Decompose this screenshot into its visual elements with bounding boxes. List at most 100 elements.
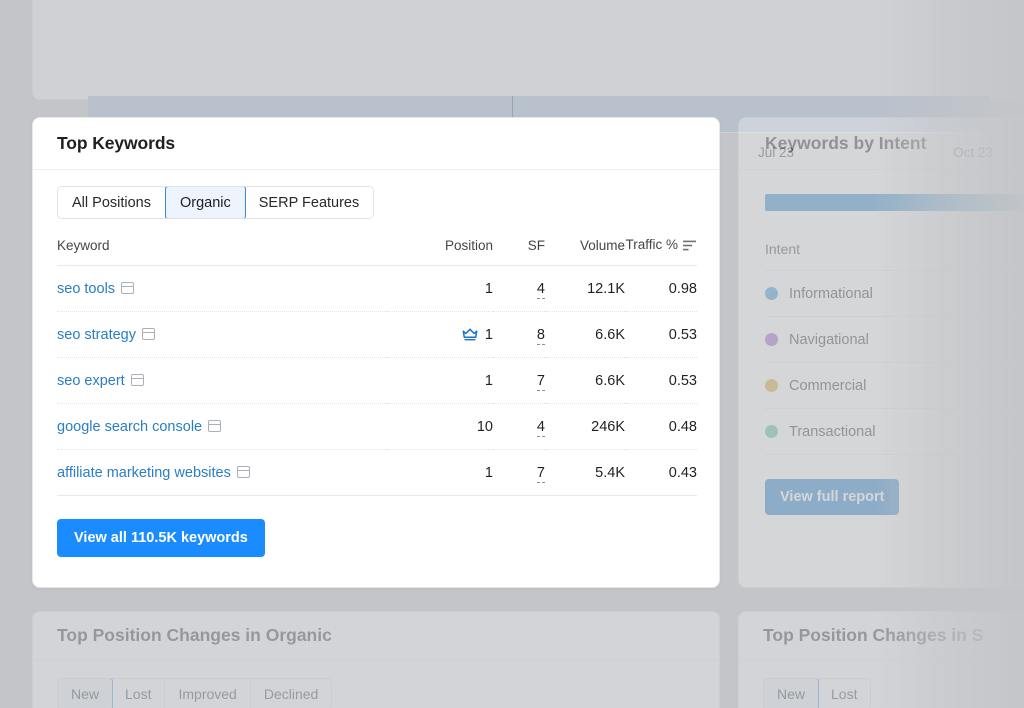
tab-improved[interactable]: Improved: [165, 679, 251, 708]
cell-volume: 246K: [545, 403, 625, 450]
table-row: google search console 10 4 246K 0.48: [57, 403, 697, 450]
keywords-by-intent-header: Keywords by Intent: [739, 118, 1024, 170]
position-change-tabs-organic: New Lost Improved Declined: [57, 678, 333, 708]
tab-organic[interactable]: Organic: [164, 187, 246, 218]
column-header-sf[interactable]: SF: [493, 237, 545, 266]
commercial-color-dot: [765, 379, 778, 392]
cell-traffic: 0.53: [625, 311, 697, 358]
sf-value[interactable]: 4: [536, 418, 545, 437]
cell-position: 1: [387, 357, 493, 404]
keyword-link[interactable]: seo strategy: [57, 327, 136, 343]
sf-value[interactable]: 7: [536, 464, 545, 483]
cell-traffic: 0.53: [625, 357, 697, 404]
cell-traffic: 0.98: [625, 265, 697, 312]
sf-value[interactable]: 8: [536, 326, 545, 345]
keywords-by-intent-card: Keywords by Intent Intent Informational …: [738, 117, 1024, 588]
table-row: seo expert 1 7 6.6K 0.53: [57, 357, 697, 404]
intent-legend-item-commercial[interactable]: Commercial: [765, 363, 1024, 409]
position-value: 1: [484, 372, 493, 389]
position-value: 1: [484, 326, 493, 343]
serp-features-icon[interactable]: [130, 373, 144, 386]
tab-all-positions[interactable]: All Positions: [58, 187, 166, 218]
cell-volume: 5.4K: [545, 449, 625, 496]
intent-label: Navigational: [789, 331, 869, 348]
cell-keyword: seo expert: [57, 357, 387, 404]
cell-keyword: seo strategy: [57, 311, 387, 358]
cell-sf: 4: [493, 265, 545, 312]
cell-traffic: 0.43: [625, 449, 697, 496]
serp-features-icon[interactable]: [121, 281, 135, 294]
column-header-traffic-label: Traffic %: [625, 237, 678, 252]
cell-position: 1: [387, 311, 493, 358]
top-position-changes-serp-card: Top Position Changes in S New Lost: [738, 611, 1024, 708]
table-row: affiliate marketing websites 1 7 5.4K 0.…: [57, 449, 697, 496]
sort-descending-icon[interactable]: [683, 239, 697, 254]
featured-snippet-crown-icon: [462, 328, 478, 341]
intent-legend-item-navigational[interactable]: Navigational: [765, 317, 1024, 363]
sf-value[interactable]: 4: [536, 280, 545, 299]
bottom-left-header: Top Position Changes in Organic: [33, 612, 719, 660]
cell-keyword: google search console: [57, 403, 387, 450]
tab-serp-features[interactable]: SERP Features: [244, 187, 374, 218]
informational-color-dot: [765, 287, 778, 300]
table-row: seo strategy 1 8 6.6K 0.53: [57, 311, 697, 358]
top-keywords-header: Top Keywords: [33, 118, 719, 170]
transactional-color-dot: [765, 425, 778, 438]
top-keywords-table-body: seo tools 1 4 12.1K 0.98 seo strategy 1: [57, 265, 697, 496]
view-all-keywords-button[interactable]: View all 110.5K keywords: [57, 519, 265, 557]
tab-lost[interactable]: Lost: [112, 679, 166, 708]
intent-distribution-bar: [765, 194, 1024, 211]
top-keywords-title: Top Keywords: [57, 133, 176, 153]
cell-sf: 7: [493, 357, 545, 404]
cell-position: 1: [387, 449, 493, 496]
intent-label: Commercial: [789, 377, 867, 394]
tab-new-serp[interactable]: New: [764, 679, 820, 708]
keywords-by-intent-title: Keywords by Intent: [765, 133, 927, 153]
serp-features-icon[interactable]: [208, 419, 222, 432]
cell-position: 1: [387, 265, 493, 312]
keyword-link[interactable]: seo expert: [57, 373, 125, 389]
keyword-link[interactable]: google search console: [57, 419, 202, 435]
intent-label: Transactional: [789, 423, 876, 440]
cell-sf: 4: [493, 403, 545, 450]
tab-new[interactable]: New: [58, 679, 114, 708]
top-keywords-footer: View all 110.5K keywords: [33, 496, 719, 557]
serp-features-icon[interactable]: [236, 465, 250, 478]
intent-label: Informational: [789, 285, 873, 302]
column-header-position[interactable]: Position: [387, 237, 493, 266]
column-header-traffic[interactable]: Traffic %: [625, 237, 697, 266]
serp-features-icon[interactable]: [142, 327, 155, 340]
sf-value[interactable]: 7: [536, 372, 545, 391]
cell-sf: 8: [493, 311, 545, 358]
traffic-chart-card: [32, 0, 1024, 100]
top-keywords-table: Keyword Position SF Volume Traffic % seo…: [57, 237, 697, 496]
bottom-left-title: Top Position Changes in Organic: [57, 625, 332, 645]
position-value: 1: [484, 464, 493, 481]
bottom-right-header: Top Position Changes in S: [739, 612, 1024, 660]
cell-keyword: affiliate marketing websites: [57, 449, 387, 496]
column-header-keyword[interactable]: Keyword: [57, 237, 387, 266]
top-position-changes-organic-card: Top Position Changes in Organic New Lost…: [32, 611, 720, 708]
table-header-row: Keyword Position SF Volume Traffic %: [57, 237, 697, 266]
table-row: seo tools 1 4 12.1K 0.98: [57, 265, 697, 312]
column-header-volume[interactable]: Volume: [545, 237, 625, 266]
tab-declined[interactable]: Declined: [250, 679, 332, 708]
cell-volume: 12.1K: [545, 265, 625, 312]
intent-legend-item-transactional[interactable]: Transactional: [765, 409, 1024, 455]
position-type-tabs: All Positions Organic SERP Features: [57, 186, 375, 219]
navigational-color-dot: [765, 333, 778, 346]
view-full-report-button[interactable]: View full report: [765, 479, 900, 515]
cell-volume: 6.6K: [545, 357, 625, 404]
keyword-link[interactable]: affiliate marketing websites: [57, 465, 231, 481]
position-change-tabs-serp: New Lost: [763, 678, 872, 708]
cell-sf: 7: [493, 449, 545, 496]
intent-legend-item-informational[interactable]: Informational: [765, 271, 1024, 317]
top-keywords-card: Top Keywords All Positions Organic SERP …: [32, 117, 720, 588]
tab-lost-serp[interactable]: Lost: [818, 679, 871, 708]
cell-position: 10: [387, 403, 493, 450]
position-value: 1: [484, 280, 493, 297]
keyword-link[interactable]: seo tools: [57, 281, 115, 297]
bottom-right-title: Top Position Changes in S: [763, 625, 984, 645]
cell-keyword: seo tools: [57, 265, 387, 312]
cell-volume: 6.6K: [545, 311, 625, 358]
